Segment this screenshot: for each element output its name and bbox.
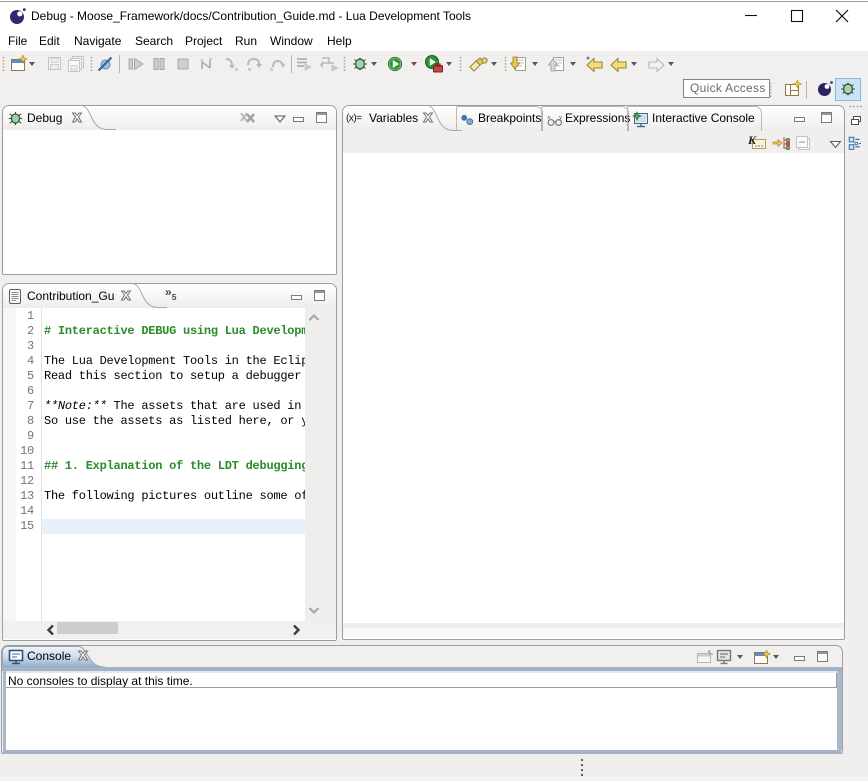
svg-text:K: K bbox=[748, 134, 757, 147]
svg-text:y: y bbox=[558, 114, 562, 121]
svg-text:x: x bbox=[547, 114, 551, 121]
